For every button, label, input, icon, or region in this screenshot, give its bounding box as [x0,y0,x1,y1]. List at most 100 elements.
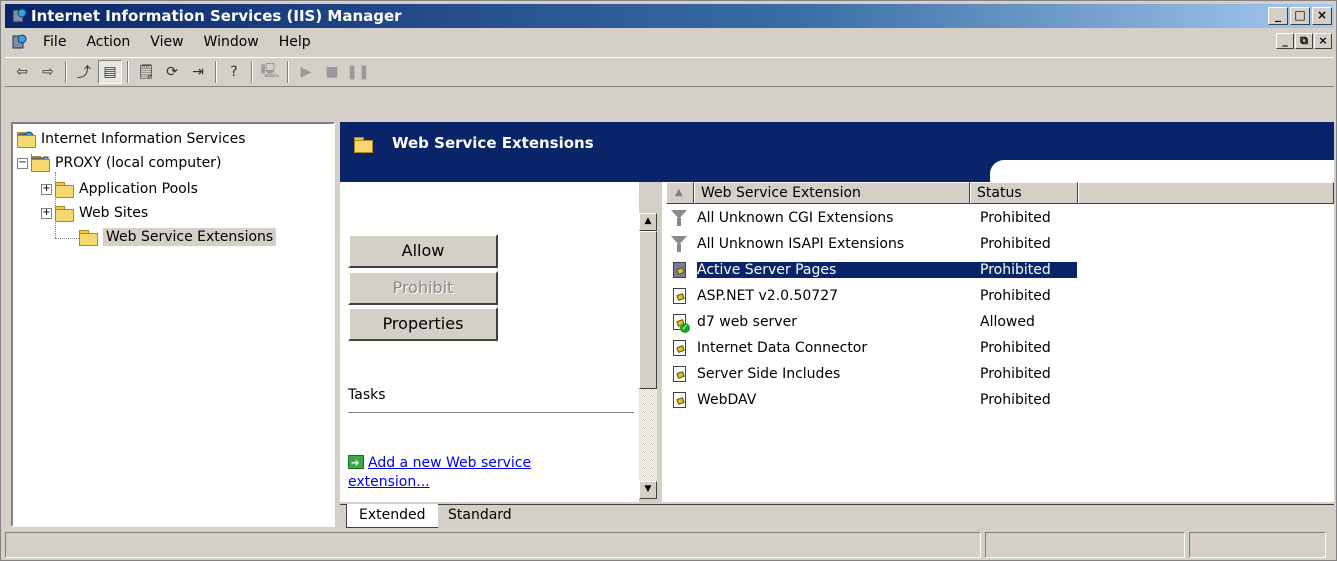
extension-name: ASP.NET v2.0.50727 [697,288,839,304]
tree-node-iis-root[interactable]: Internet Information Services [17,128,246,150]
window-title: Internet Information Services (IIS) Mana… [31,7,402,25]
document-allowed-icon: ✓ [670,313,690,333]
child-restore-button[interactable]: ⧉ [1295,33,1313,49]
export-list-icon[interactable]: ⇥ [186,60,210,84]
tab-extended[interactable]: Extended [346,504,438,528]
add-web-service-extension-link[interactable]: Add a new Web service extension... [348,454,578,492]
show-hide-tree-icon[interactable]: ▤ [98,60,122,84]
menu-file[interactable]: File [33,34,76,50]
funnel-icon [670,209,688,227]
extension-status: Prohibited [980,210,1051,226]
tasks-heading: Tasks [348,387,386,403]
add-task-icon [348,454,364,473]
extension-name: Active Server Pages [697,262,977,278]
folder-icon [79,230,98,246]
extension-status: Prohibited [977,262,1077,278]
child-minimize-button[interactable]: _ [1276,33,1294,49]
list-item[interactable]: WebDAV Prohibited [670,388,1077,412]
page-title: Web Service Extensions [392,134,594,152]
help-icon[interactable]: ? [222,60,246,84]
status-panel-2 [985,532,1185,558]
document-icon [670,287,688,305]
toolbar: ⇦ ⇨ ⤴ ▤ 🗒 ⟳ ⇥ ? 🖳 ▶ ■ ❚❚ [5,57,1334,87]
task-pane: Allow Prohibit Properties Tasks Add a ne… [340,182,639,502]
forward-arrow-icon[interactable]: ⇨ [36,60,60,84]
child-close-button[interactable]: × [1314,33,1332,49]
column-header-filler [1078,182,1334,204]
status-panel-3 [1189,532,1326,558]
list-item[interactable]: ASP.NET v2.0.50727 Prohibited [670,284,1077,308]
scroll-down-button[interactable]: ▼ [639,481,657,499]
document-icon [670,391,688,409]
tab-standard[interactable]: Standard [436,504,524,528]
tree-label-proxy: PROXY (local computer) [55,155,222,171]
properties-button[interactable]: Properties [348,307,498,341]
minimize-button[interactable]: _ [1268,7,1288,25]
extension-name: Internet Data Connector [697,340,868,356]
list-item[interactable]: All Unknown CGI Extensions Prohibited [670,206,1077,230]
tree-label-application-pools: Application Pools [79,181,198,197]
extension-status: Prohibited [980,236,1051,252]
pause-icon[interactable]: ❚❚ [346,60,370,84]
title-bar[interactable]: Internet Information Services (IIS) Mana… [5,4,1334,28]
toolbar-separator [65,61,67,83]
collapse-icon[interactable]: − [17,157,28,169]
properties-icon[interactable]: 🗒 [134,60,158,84]
play-icon[interactable]: ▶ [294,60,318,84]
tree-label-iis: Internet Information Services [41,131,246,147]
task-pane-scrollbar[interactable]: ▲ ▼ [639,213,657,499]
menu-help[interactable]: Help [269,34,321,50]
extension-name: WebDAV [697,392,757,408]
column-header-status[interactable]: Status [970,182,1078,204]
extension-status: Allowed [980,314,1035,330]
scroll-up-button[interactable]: ▲ [639,213,657,231]
expand-icon[interactable]: + [41,207,52,219]
extension-status: Prohibited [980,366,1051,382]
document-icon [670,261,688,279]
menu-view[interactable]: View [140,34,193,50]
menu-bar: File Action View Window Help _ ⧉ × [5,30,1334,54]
tree-node-web-sites[interactable]: + Web Sites [41,202,148,224]
mmc-doc-icon[interactable] [11,34,27,50]
details-header: Web Service Extensions [340,122,1334,182]
maximize-button[interactable]: □ [1290,7,1310,25]
prohibit-button[interactable]: Prohibit [348,271,498,305]
expand-icon[interactable]: + [41,183,52,195]
tree-label-web-service-extensions: Web Service Extensions [103,228,277,246]
allow-button[interactable]: Allow [348,234,498,268]
computer-icon[interactable]: 🖳 [258,60,282,84]
funnel-icon [670,235,688,253]
document-icon [670,339,688,357]
extensions-list[interactable]: ▲ Web Service Extension Status All Unkno… [662,182,1334,502]
sort-icon[interactable]: ▲ [666,182,694,204]
console-tree[interactable]: Internet Information Services − PROXY (l… [11,122,335,527]
tree-node-proxy[interactable]: − PROXY (local computer) [17,152,221,174]
list-item-selected[interactable]: Active Server Pages Prohibited [669,257,1078,283]
list-header: ▲ Web Service Extension Status [666,182,1334,204]
column-header-extension[interactable]: Web Service Extension [694,182,970,204]
status-panel-main [5,532,981,558]
scroll-thumb[interactable] [639,231,657,389]
list-item[interactable]: Internet Data Connector Prohibited [670,336,1077,360]
menu-action[interactable]: Action [76,34,140,50]
close-button[interactable]: × [1312,7,1332,25]
computer-icon [31,156,50,172]
list-item[interactable]: All Unknown ISAPI Extensions Prohibited [670,232,1077,256]
extension-status: Prohibited [980,392,1051,408]
iis-root-icon [17,131,36,148]
refresh-icon[interactable]: ⟳ [160,60,184,84]
extension-name: All Unknown ISAPI Extensions [697,236,905,252]
menu-window[interactable]: Window [194,34,269,50]
tree-label-web-sites: Web Sites [79,205,149,221]
extension-status: Prohibited [980,340,1051,356]
toolbar-separator [251,61,253,83]
tree-node-application-pools[interactable]: + Application Pools [41,178,198,200]
tree-node-web-service-extensions[interactable]: Web Service Extensions [79,226,277,248]
stop-icon[interactable]: ■ [320,60,344,84]
list-item[interactable]: Server Side Includes Prohibited [670,362,1077,386]
back-arrow-icon[interactable]: ⇦ [10,60,34,84]
list-item[interactable]: ✓ d7 web server Allowed [670,310,1077,334]
add-link-text: Add a new Web service extension... [348,455,532,490]
up-one-level-icon[interactable]: ⤴ [72,60,96,84]
header-curve [990,160,1334,182]
